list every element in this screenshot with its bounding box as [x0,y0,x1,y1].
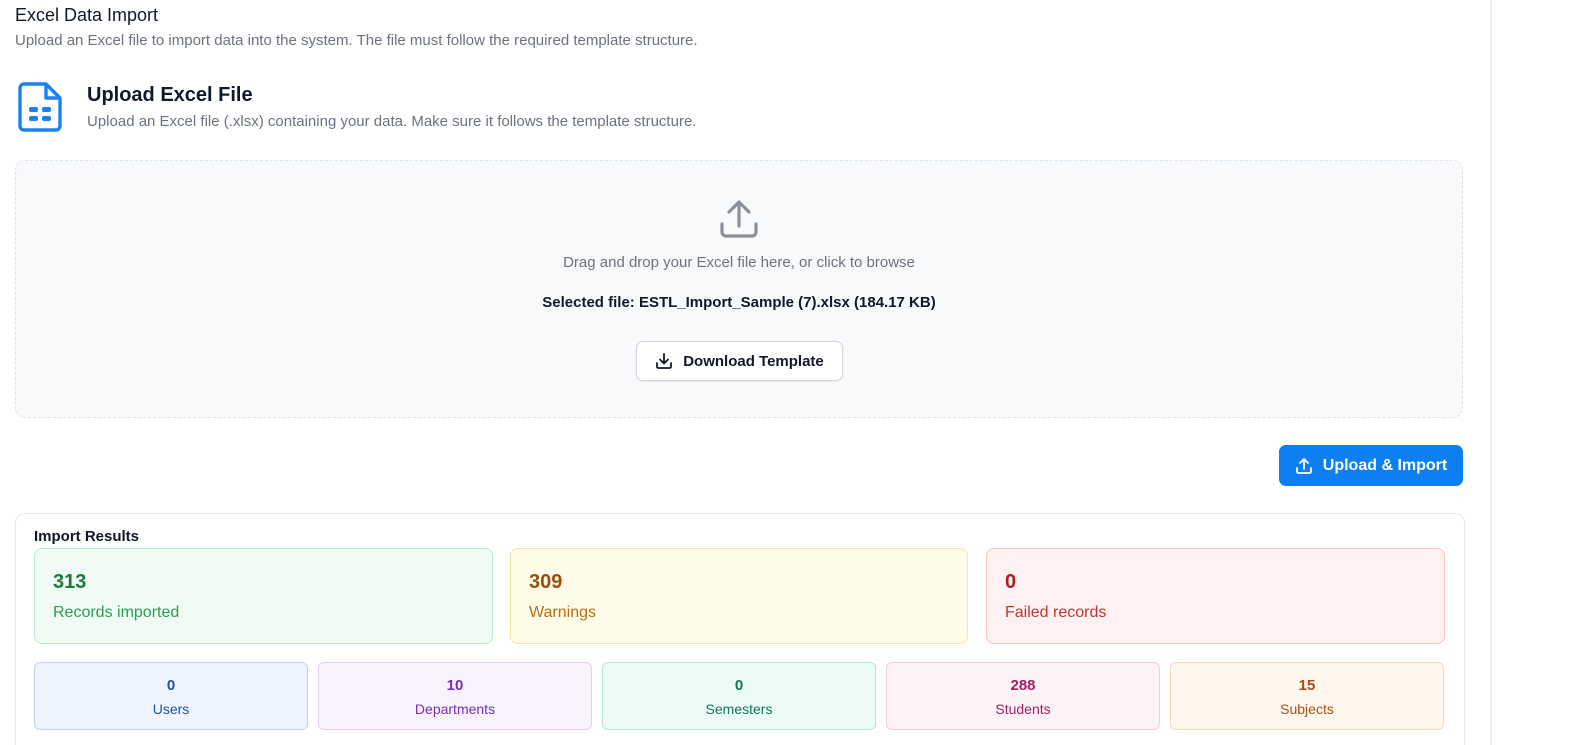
failed-records-stat: 0 Failed records [986,548,1445,644]
upload-import-button[interactable]: Upload & Import [1279,445,1463,486]
file-spreadsheet-icon [18,82,62,132]
dropzone-instruction: Drag and drop your Excel file here, or c… [563,254,915,271]
entity-count: 10 [446,677,464,694]
entity-label: Departments [414,701,496,717]
entity-label: Users [152,701,190,717]
upload-icon [720,200,758,238]
upload-section-subtitle: Upload an Excel file (.xlsx) containing … [87,113,697,130]
stat-value: 309 [529,571,563,593]
upload-section-title: Upload Excel File [87,84,253,106]
entity-count: 0 [734,677,744,694]
stat-value: 313 [53,571,87,593]
entity-label: Semesters [705,701,773,717]
stat-label: Failed records [1005,604,1107,621]
panel-divider [1490,0,1492,745]
upload-icon [1295,457,1312,474]
page-title: Excel Data Import [15,5,159,25]
stat-label: Warnings [529,604,596,621]
stat-value: 0 [1005,571,1017,593]
selected-file-text: Selected file: ESTL_Import_Sample (7).xl… [542,294,936,311]
entity-label: Subjects [1280,701,1334,717]
page-subtitle: Upload an Excel file to import data into… [15,32,698,49]
students-count-card: 288 Students [886,662,1160,730]
download-icon [656,353,673,369]
download-template-label: Download Template [683,352,824,370]
warnings-stat: 309 Warnings [510,548,968,644]
entity-count: 15 [1298,677,1316,694]
upload-import-label: Upload & Import [1322,456,1448,474]
import-results-title: Import Results [34,528,140,545]
entity-count: 0 [166,677,176,694]
download-template-button[interactable]: Download Template [636,341,843,381]
stat-label: Records imported [53,604,180,621]
semesters-count-card: 0 Semesters [602,662,876,730]
entity-label: Students [995,701,1051,717]
entity-count: 288 [1010,677,1036,694]
subjects-count-card: 15 Subjects [1170,662,1444,730]
departments-count-card: 10 Departments [318,662,592,730]
users-count-card: 0 Users [34,662,308,730]
records-imported-stat: 313 Records imported [34,548,493,644]
